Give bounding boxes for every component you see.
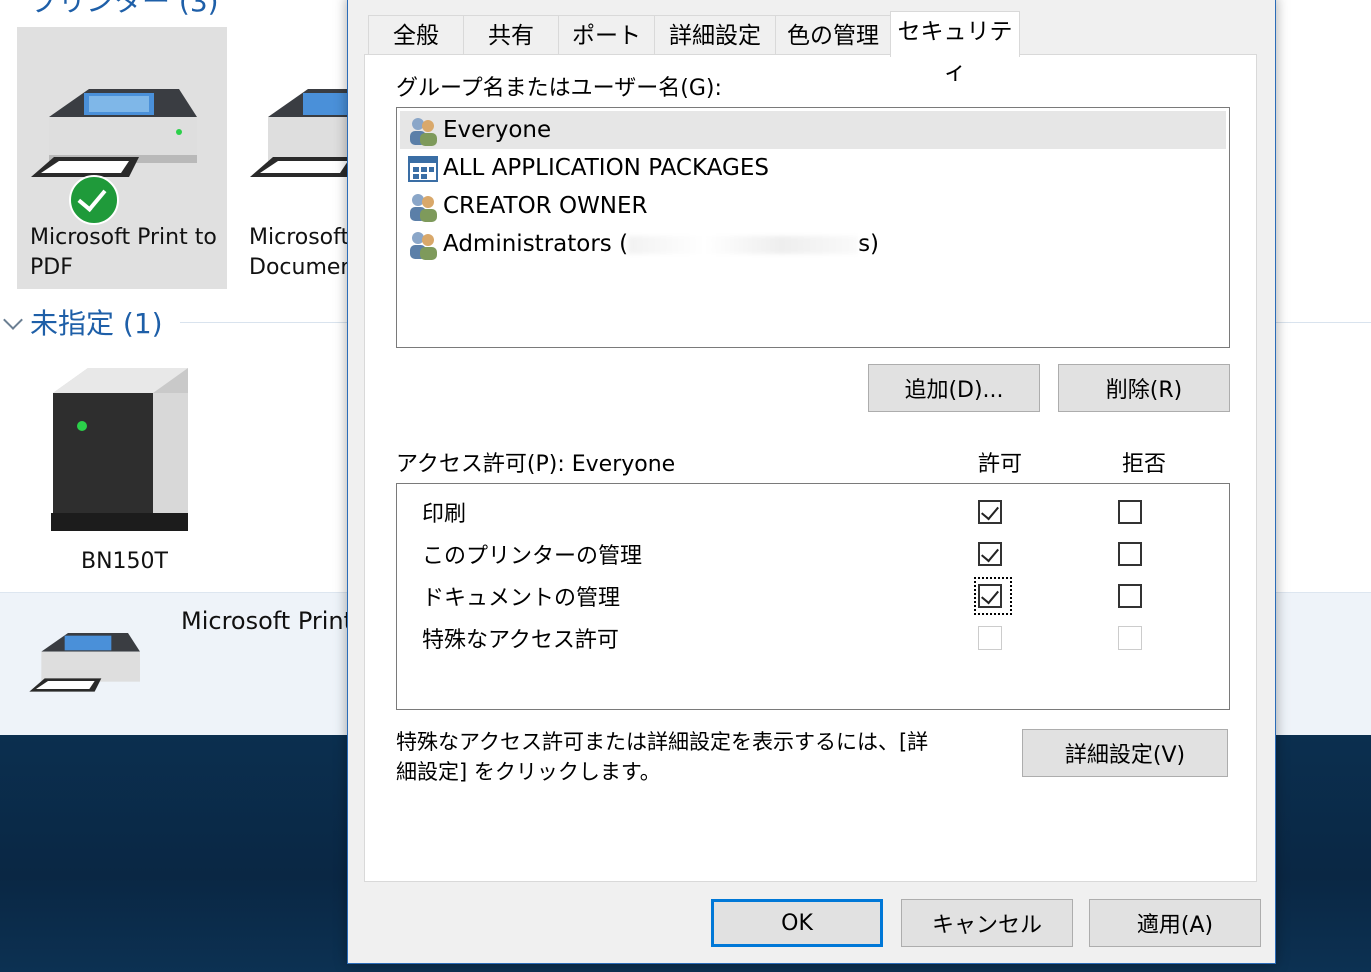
tab-general[interactable]: 全般 <box>368 15 464 55</box>
printer-properties-dialog: 全般 共有 ポート 詳細設定 色の管理 セキュリティ グループ名またはユーザー名… <box>347 0 1276 964</box>
permissions-list: 印刷 このプリンターの管理 ドキュメントの管理 特殊なアクセス許可 <box>396 483 1230 710</box>
principal-name: Administrators ( <box>443 231 629 257</box>
chevron-down-icon <box>3 310 23 330</box>
group-divider <box>1276 322 1371 323</box>
users-icon <box>407 229 439 261</box>
list-item-administrators[interactable]: Administrators ( s) <box>407 225 879 263</box>
deny-column-header: 拒否 <box>1122 452 1167 477</box>
permission-manage-printer-label: このプリンターの管理 <box>422 544 643 569</box>
group-header-unspecified-label: 未指定 (1) <box>30 307 163 340</box>
group-header-printers-label: プリンター (3) <box>30 0 219 18</box>
allow-special-checkbox <box>978 626 1002 650</box>
allow-column-header: 許可 <box>978 452 1023 477</box>
group-header-printers[interactable]: プリンター (3) <box>30 0 219 20</box>
printer-icon <box>29 633 141 692</box>
principal-name: CREATOR OWNER <box>443 193 648 219</box>
list-item-everyone[interactable]: Everyone <box>400 111 1226 149</box>
tab-color-management[interactable]: 色の管理 <box>775 15 891 55</box>
permission-print-label: 印刷 <box>422 502 467 527</box>
deny-manage-printer-checkbox[interactable] <box>1118 542 1142 566</box>
device-label: Microsoft Print to PDF <box>30 225 217 280</box>
ok-button[interactable]: OK <box>711 899 883 947</box>
security-tab-panel: グループ名またはユーザー名(G): Everyone ALL APPLICATI… <box>364 54 1257 882</box>
apply-button[interactable]: 適用(A) <box>1089 899 1261 947</box>
allow-print-checkbox[interactable] <box>978 500 1002 524</box>
redacted-text <box>628 235 859 254</box>
printer-icon <box>31 89 197 177</box>
permission-special-label: 特殊なアクセス許可 <box>422 628 619 653</box>
principals-list[interactable]: Everyone ALL APPLICATION PACKAGES CREATO… <box>396 107 1230 348</box>
details-device-name: Microsoft Print <box>181 607 354 635</box>
permissions-label: アクセス許可(P): Everyone <box>396 452 676 477</box>
groups-label: グループ名またはユーザー名(G): <box>396 76 722 101</box>
users-icon <box>407 115 439 147</box>
deny-manage-documents-checkbox[interactable] <box>1118 584 1142 608</box>
list-item-all-application-packages[interactable]: ALL APPLICATION PACKAGES <box>407 149 769 187</box>
deny-print-checkbox[interactable] <box>1118 500 1142 524</box>
permission-manage-documents-label: ドキュメントの管理 <box>422 586 621 611</box>
printer-icon <box>250 89 350 177</box>
tab-security[interactable]: セキュリティ <box>890 11 1020 85</box>
principal-name-suffix: s) <box>858 231 880 257</box>
principal-name: ALL APPLICATION PACKAGES <box>443 155 769 181</box>
device-label: BN150T <box>81 549 168 574</box>
users-icon <box>407 191 439 223</box>
device-bn150t[interactable]: BN150T <box>30 355 210 580</box>
tab-advanced[interactable]: 詳細設定 <box>654 15 776 55</box>
allow-manage-printer-checkbox[interactable] <box>978 542 1002 566</box>
tab-ports[interactable]: ポート <box>558 15 655 55</box>
remove-button[interactable]: 削除(R) <box>1058 364 1230 412</box>
tab-sharing[interactable]: 共有 <box>463 15 559 55</box>
status-ok-icon <box>69 175 119 225</box>
group-divider <box>180 322 348 323</box>
allow-manage-documents-checkbox[interactable] <box>978 584 1002 608</box>
list-item-creator-owner[interactable]: CREATOR OWNER <box>407 187 648 225</box>
storage-device-icon <box>51 368 188 531</box>
principal-name: Everyone <box>443 117 552 143</box>
cancel-button[interactable]: キャンセル <box>901 899 1073 947</box>
add-button[interactable]: 追加(D)... <box>868 364 1040 412</box>
device-microsoft-document-writer[interactable]: Microsoft Documen <box>240 27 350 289</box>
app-packages-icon <box>407 153 439 185</box>
advanced-note: 特殊なアクセス許可または詳細設定を表示するには、[詳細設定] をクリックします。 <box>396 730 929 784</box>
device-microsoft-print-to-pdf[interactable]: Microsoft Print to PDF <box>17 27 227 289</box>
group-header-unspecified[interactable]: 未指定 (1) <box>0 302 163 342</box>
deny-special-checkbox <box>1118 626 1142 650</box>
device-label: Microsoft Documen <box>249 225 350 280</box>
advanced-button[interactable]: 詳細設定(V) <box>1022 729 1228 777</box>
